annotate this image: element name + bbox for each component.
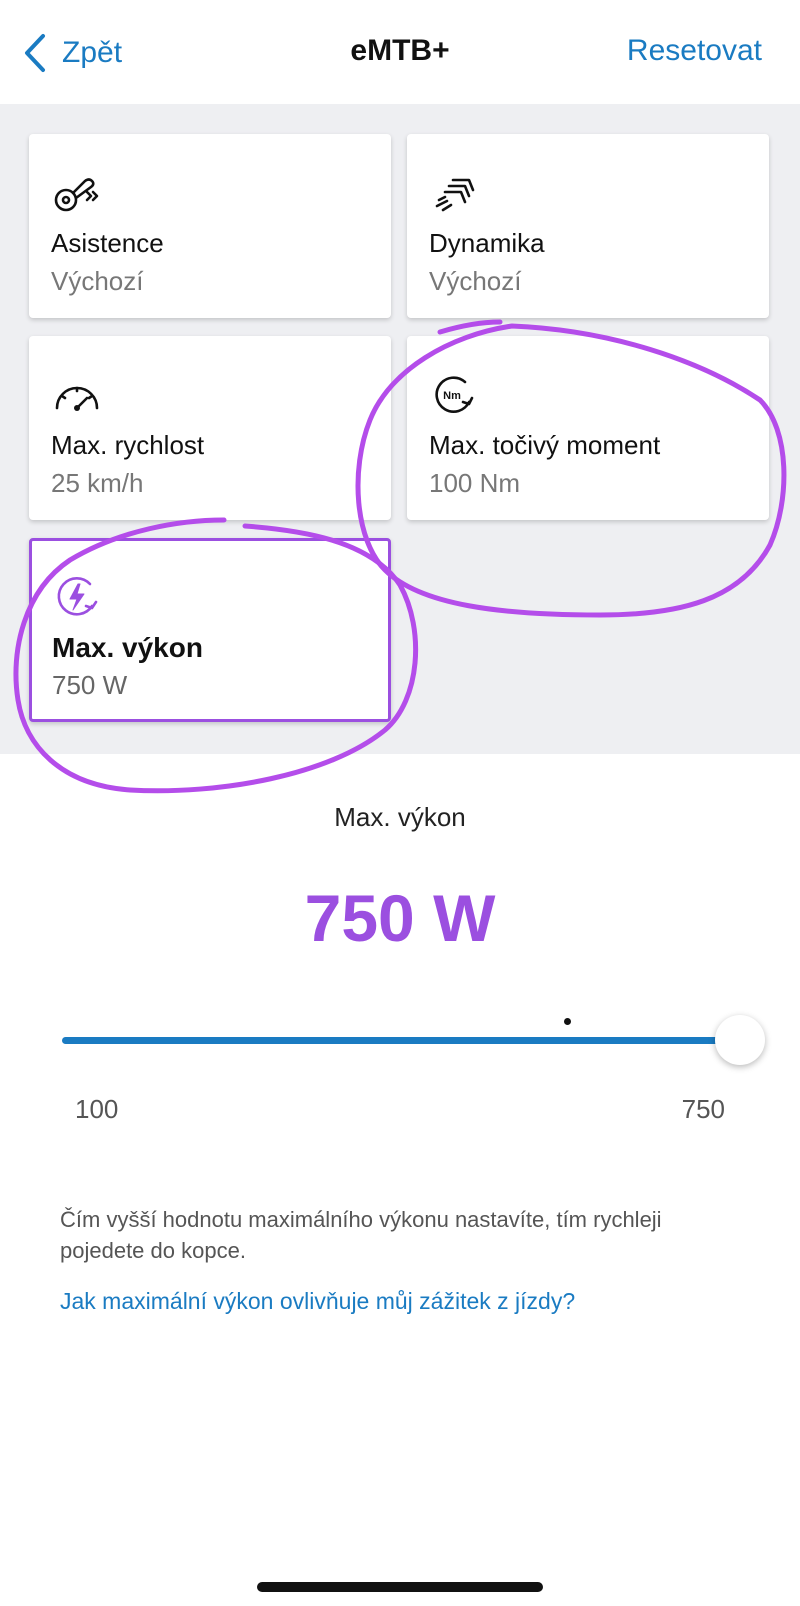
slider-default-marker [564, 1018, 571, 1025]
description-text: Čím vyšší hodnotu maximálního výkonu nas… [60, 1207, 662, 1263]
card-value: 750 W [52, 670, 128, 700]
card-label: Dynamika [429, 228, 545, 258]
detail-value: 750 W [304, 881, 496, 955]
slider-max-label: 750 [681, 1094, 725, 1124]
slider-thumb[interactable] [715, 1015, 765, 1065]
card-value: Výchozí [429, 266, 522, 296]
card-max-torque[interactable]: Nm Max. točivý moment 100 Nm [407, 336, 769, 520]
detail-title: Max. výkon [334, 802, 466, 832]
card-label: Max. výkon [52, 632, 203, 663]
card-value: 25 km/h [51, 468, 144, 498]
torque-icon: Nm [435, 376, 474, 413]
assist-icon [54, 178, 99, 212]
dynamics-icon [435, 178, 475, 212]
help-link[interactable]: Jak maximální výkon ovlivňuje můj zážite… [60, 1288, 575, 1315]
card-label: Max. rychlost [51, 430, 205, 460]
slider-min-label: 100 [75, 1094, 119, 1124]
slider-track[interactable] [62, 1037, 740, 1044]
card-assist[interactable]: Asistence Výchozí [29, 134, 391, 318]
card-max-speed[interactable]: Max. rychlost 25 km/h [29, 336, 391, 520]
svg-text:Nm: Nm [443, 390, 461, 402]
card-label: Asistence [51, 228, 164, 258]
navigation-bar: Zpět eMTB+ Resetovat [0, 0, 800, 104]
reset-button[interactable]: Resetovat [627, 34, 762, 68]
settings-grid: Asistence Výchozí Dynamika Výchozí Max. … [0, 104, 800, 754]
power-icon [57, 577, 98, 616]
card-value: 100 Nm [429, 468, 521, 498]
card-dynamics[interactable]: Dynamika Výchozí [407, 134, 769, 318]
card-value: Výchozí [51, 266, 144, 296]
power-slider[interactable] [62, 1010, 765, 1070]
home-indicator [257, 1582, 543, 1592]
card-max-power[interactable]: Max. výkon 750 W [29, 538, 391, 722]
speedometer-icon [55, 386, 99, 411]
card-label: Max. točivý moment [429, 430, 661, 460]
